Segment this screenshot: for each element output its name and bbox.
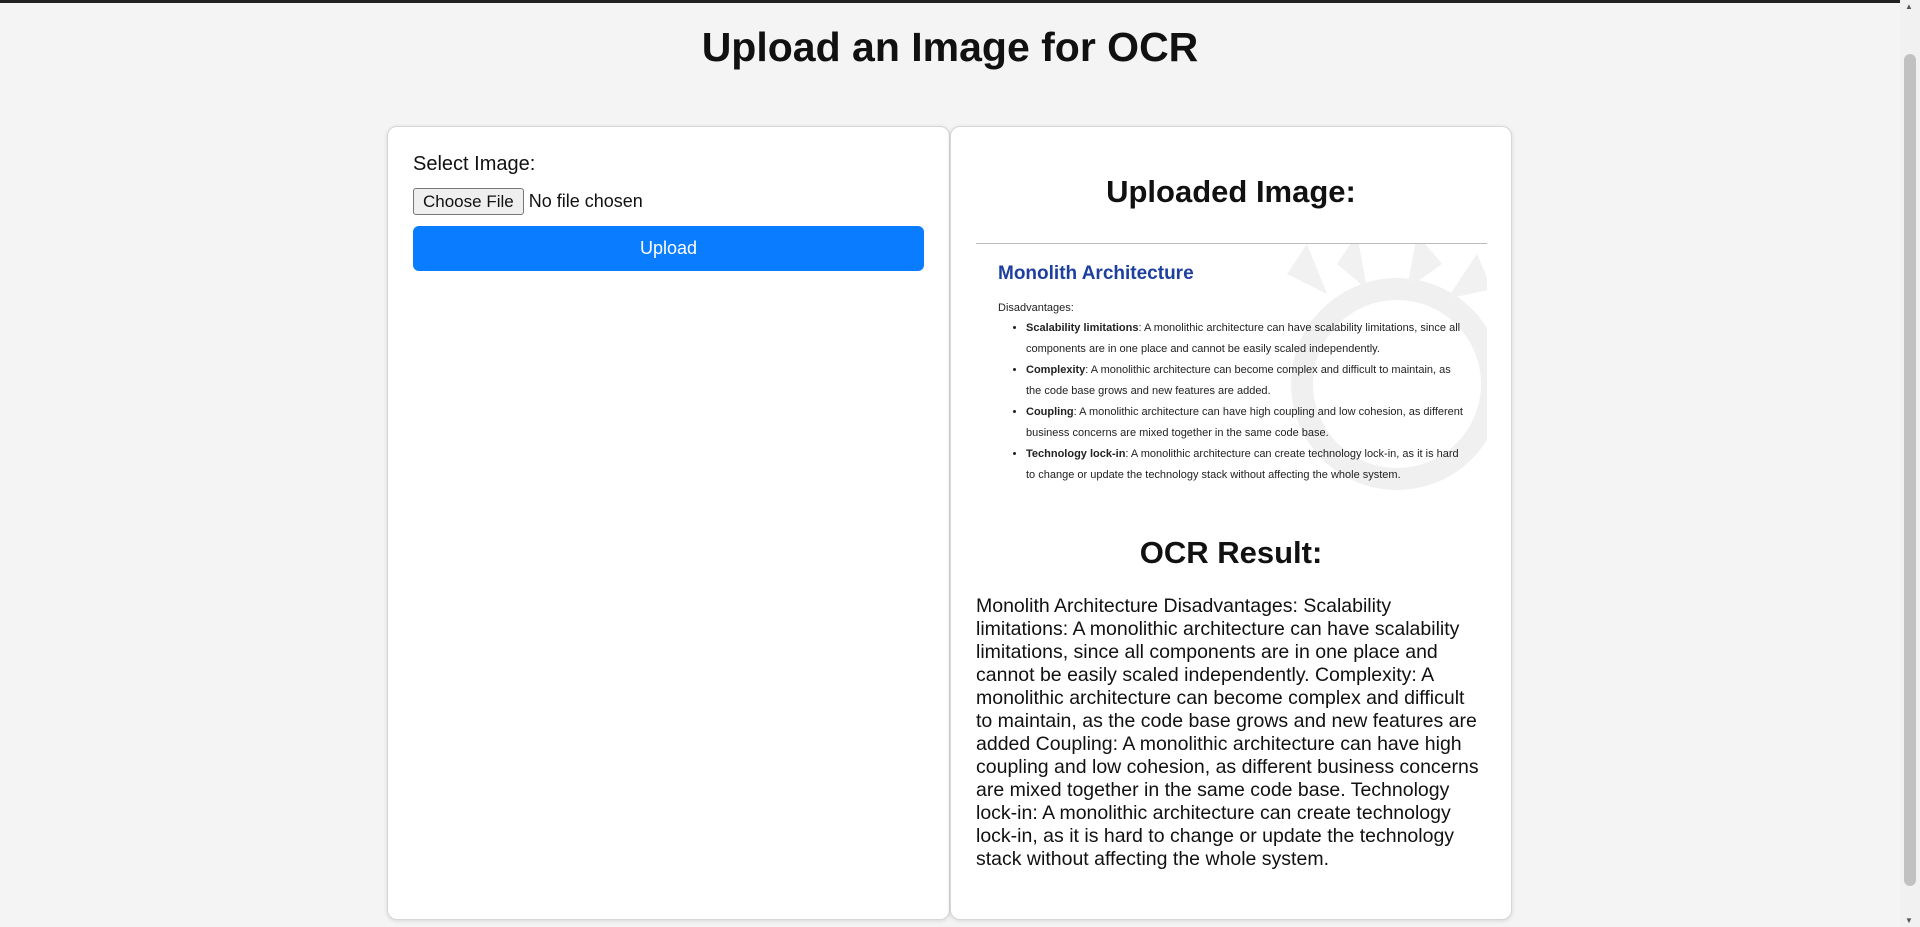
scrollbar-thumb[interactable] [1904,54,1916,886]
preview-item-text: : A monolithic architecture can have hig… [1026,406,1463,439]
preview-item-term: Scalability limitations [1026,322,1139,334]
preview-list-item: Scalability limitations: A monolithic ar… [1026,318,1465,360]
scroll-down-arrow-icon[interactable]: ▼ [1905,916,1913,925]
preview-list: Scalability limitations : A monolithic ar… [998,318,1465,486]
preview-item-term: Technology lock-in [1026,448,1126,460]
scroll-up-arrow-icon[interactable]: ▲ [1905,2,1913,11]
upload-button[interactable]: Upload [413,226,924,271]
preview-list-item: Complexity: A monolithic architecture ca… [1026,360,1465,402]
preview-list-item: Coupling: A monolithic architecture can … [1026,402,1465,444]
ocr-result-text: Monolith Architecture Disadvantages: Sca… [976,595,1479,870]
preview-list-item: Technology lock-in: A monolithic archite… [1026,444,1465,486]
preview-item-text: : A monolithic architecture can become c… [1026,364,1451,397]
upload-form-panel: Select Image: Choose File No file chosen… [387,126,950,920]
preview-item-term: Coupling [1026,406,1074,418]
choose-file-button[interactable]: Choose File [413,188,524,215]
select-image-label: Select Image: [413,153,536,175]
uploaded-image-preview: Monolith Architecture Disadvantages: Sca… [976,243,1487,509]
top-border [0,0,1920,3]
uploaded-image-title: Uploaded Image: [1106,174,1356,209]
ocr-result-title: OCR Result: [1139,535,1323,570]
page-title: Upload an Image for OCR [701,24,1199,70]
vertical-scrollbar[interactable]: ▲ ▼ [1900,0,1920,927]
result-panel: Uploaded Image: Monolith Architecture Di… [950,126,1512,920]
preview-heading: Monolith Architecture [998,263,1194,284]
file-input[interactable]: Choose File No file chosen [413,188,924,215]
preview-item-term: Complexity [1026,364,1086,376]
file-status-text: No file chosen [528,191,643,211]
preview-subheading: Disadvantages: [998,302,1074,314]
